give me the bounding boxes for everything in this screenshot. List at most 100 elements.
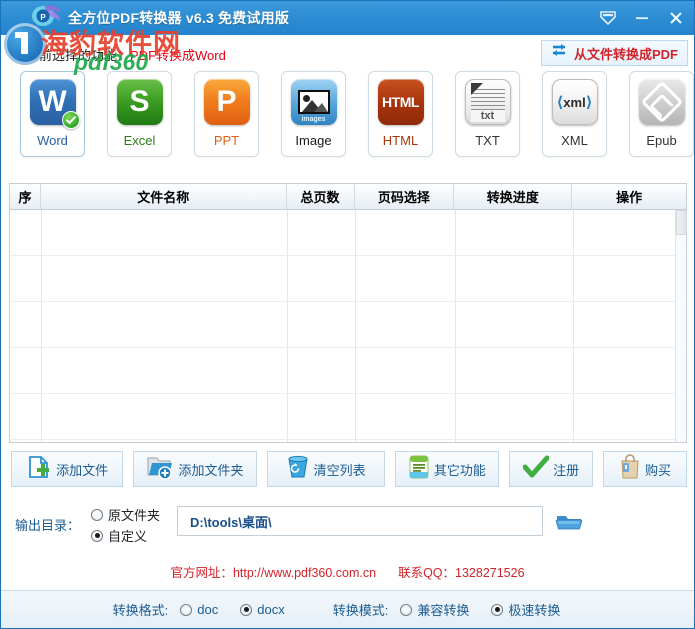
other-functions-button[interactable]: 其它功能 [394,451,500,487]
format-option-doc-label: doc [197,602,219,617]
format-tile-xml[interactable]: ⟨xml⟩ XML [542,71,607,157]
radio-original-folder-label: 原文件夹 [108,508,161,523]
format-label-excel: Excel [123,133,156,148]
format-tile-html[interactable]: HTML HTML [368,71,433,157]
format-option-doc-dot [180,603,193,616]
xml-icon: ⟨xml⟩ [549,78,601,130]
green-check-icon [522,455,550,484]
txt-icon-caption: txt [470,110,505,122]
official-site-text[interactable]: 官方网址：http://www.pdf360.com.cn [170,562,376,581]
format-tile-excel[interactable]: S Excel [107,71,172,157]
radio-custom-folder-dot [91,529,103,542]
convert-to-pdf-button[interactable]: 从文件转换成PDF [540,40,688,66]
format-tile-word[interactable]: W Word [20,71,85,157]
folder-icon[interactable] [554,510,584,534]
shopping-bag-icon [619,453,641,485]
table-vertical-scrollbar[interactable] [675,210,687,442]
mode-option-fast[interactable]: 极速转换 [491,600,560,619]
epub-icon [636,78,688,130]
add-file-button[interactable]: 添加文件 [11,451,124,487]
add-file-label: 添加文件 [56,462,109,478]
word-icon: W [27,78,80,130]
format-option-label: 转换格式: [112,603,169,618]
txt-icon: txt [462,78,514,130]
clear-list-label: 清空列表 [313,462,366,478]
action-button-row: 添加文件 添加文件夹 清空列表 其它功能 注册 购买 [11,451,687,489]
minimize-to-tray-icon[interactable] [598,8,618,28]
current-function-prefix: 您当前选择的功能： [13,48,131,63]
mode-option-compatible-dot [400,603,413,616]
format-option-group: 转换格式: doc docx [113,600,307,619]
output-path-value: D:\tools\桌面\ [190,514,272,530]
add-folder-label: 添加文件夹 [178,462,244,478]
contact-qq-text: 联系QQ：1328271526 [398,565,525,580]
column-header-pages[interactable]: 总页数 [287,184,355,209]
column-header-index[interactable]: 序 [10,184,41,209]
format-option-docx-dot [240,603,253,616]
convert-to-pdf-label: 从文件转换成PDF [573,46,678,62]
window-controls [598,1,686,35]
table-header-row: 序 文件名称 总页数 页码选择 转换进度 操作 [10,184,686,210]
table-body-empty[interactable] [10,210,687,442]
radio-custom-folder[interactable]: 自定义 [91,526,147,545]
footer-links: 官方网址：http://www.pdf360.com.cn 联系QQ：13282… [1,559,694,583]
conversion-options-bar: 转换格式: doc docx 转换模式: 兼容转换 极速转换 [1,590,694,628]
column-header-filename[interactable]: 文件名称 [41,184,287,209]
format-label-txt: TXT [475,133,500,148]
trash-icon [286,454,310,485]
format-tile-txt[interactable]: txt TXT [455,71,520,157]
output-directory-row: 输出目录： 原文件夹 自定义 D:\tools\桌面\ 开始 [1,499,694,551]
format-label-ppt: PPT [213,133,240,148]
other-functions-label: 其它功能 [433,462,486,478]
mode-option-group: 转换模式: 兼容转换 极速转换 [333,600,583,619]
format-label-image: Image [295,133,332,148]
current-function-bar: 您当前选择的功能：PDF转换成Word 从文件转换成PDF [1,35,694,71]
format-tile-epub[interactable]: Epub [629,71,694,157]
file-list-table: 序 文件名称 总页数 页码选择 转换进度 操作 [9,183,687,443]
pdf-converter-window: P 全方位PDF转换器 v6.3 免费试用版 您当前选择的功能：PDF转换成Wo… [0,0,695,629]
current-function-text: 您当前选择的功能：PDF转换成Word [13,45,226,64]
image-icon: images [288,78,340,130]
selected-check-icon [61,111,80,129]
mode-option-label: 转换模式: [332,603,389,618]
column-header-progress[interactable]: 转换进度 [454,184,573,209]
format-tile-ppt[interactable]: P PPT [194,71,259,157]
mode-option-fast-label: 极速转换 [508,603,561,618]
buy-button[interactable]: 购买 [603,451,687,487]
format-tile-image[interactable]: images Image [281,71,346,157]
format-option-docx[interactable]: docx [240,602,285,617]
window-title: 全方位PDF转换器 v6.3 免费试用版 [68,10,290,26]
list-lines-icon [408,454,430,485]
mode-option-compatible-label: 兼容转换 [417,603,470,618]
title-bar: P 全方位PDF转换器 v6.3 免费试用版 [1,1,694,35]
scrollbar-thumb[interactable] [676,210,687,235]
column-header-pagesel[interactable]: 页码选择 [355,184,455,209]
clear-list-button[interactable]: 清空列表 [266,451,385,487]
radio-original-folder[interactable]: 原文件夹 [91,505,160,524]
register-button[interactable]: 注册 [509,451,594,487]
excel-icon: S [114,78,166,130]
add-folder-icon [146,454,174,485]
output-path-input[interactable]: D:\tools\桌面\ [177,506,543,536]
ppt-icon: P [201,78,253,130]
mode-option-compatible[interactable]: 兼容转换 [400,600,469,619]
app-logo-icon: P [29,3,65,33]
format-label-epub: Epub [646,133,677,148]
html-icon: HTML [375,78,427,130]
add-folder-button[interactable]: 添加文件夹 [133,451,257,487]
register-label: 注册 [553,462,580,478]
format-option-doc[interactable]: doc [180,602,218,617]
close-icon[interactable] [666,8,686,28]
format-label-html: HTML [382,133,419,148]
format-option-docx-label: docx [257,602,285,617]
image-icon-caption: images [301,116,326,123]
current-function-value: PDF转换成Word [130,48,226,63]
svg-text:P: P [40,13,46,22]
format-label-xml: XML [561,133,588,148]
column-header-action[interactable]: 操作 [572,184,686,209]
radio-original-folder-dot [91,508,103,521]
output-directory-label: 输出目录： [15,518,81,533]
minimize-icon[interactable] [632,8,652,28]
buy-label: 购买 [645,462,672,478]
swap-arrows-icon [549,43,569,63]
